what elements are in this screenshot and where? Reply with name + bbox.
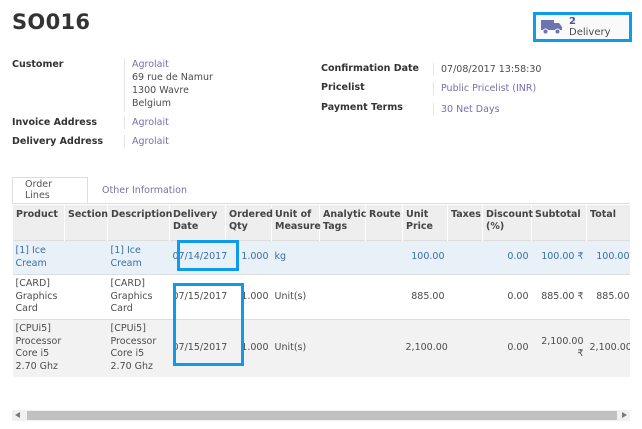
scroll-left-arrow-icon[interactable] [15,412,20,418]
scrollbar-thumb[interactable] [27,411,617,420]
cell-description: [CPUi5] Processor Core i5 2.70 Ghz [107,318,170,377]
cell-uom: Unit(s) [271,318,320,377]
cell-discount: 0.00 [482,274,532,319]
cell-taxes [447,274,483,319]
payment-terms-link[interactable]: 30 Net Days [433,103,500,116]
column-header[interactable]: Route [365,205,403,241]
customer-link[interactable]: Agrolait [132,58,213,71]
column-header[interactable]: Analytic Tags [319,205,366,241]
customer-label: Customer [12,59,64,70]
column-header[interactable]: Unit of Measure [271,205,321,241]
column-header[interactable]: Taxes [447,205,483,241]
delivery-address-label: Delivery Address [12,136,104,147]
column-header[interactable]: Ordered Qty [225,205,273,241]
cell-unit-price: 2,100.00 [402,318,448,377]
tab-other-information[interactable]: Other Information [90,177,199,203]
cell-subtotal: 100.00 ₹ [531,240,587,275]
cell-product: [1] Ice Cream [12,240,65,275]
payment-terms-label: Payment Terms [321,102,403,113]
table-row[interactable]: [CPUi5] Processor Core i5 2.70 Ghz [CPUi… [12,318,630,377]
delivery-address-link[interactable]: Agrolait [124,135,169,148]
customer-address-line: 69 rue de Namur [132,72,213,83]
cell-analytic-tags [319,274,366,319]
cell-unit-price: 100.00 [402,240,448,275]
cell-taxes [447,240,483,275]
cell-uom: Unit(s) [271,274,320,319]
column-header[interactable]: Description [107,205,172,241]
cell-analytic-tags [319,240,366,275]
table-header: Product Section Description Delivery Dat… [12,205,630,241]
customer-address-line: Belgium [132,98,171,109]
pricelist-link[interactable]: Public Pricelist (INR) [433,82,536,95]
cell-description: [CARD] Graphics Card [107,274,170,319]
cell-product: [CPUi5] Processor Core i5 2.70 Ghz [12,318,65,377]
table-row[interactable]: [CARD] Graphics Card [CARD] Graphics Car… [12,274,630,319]
customer-field: Agrolait 69 rue de Namur 1300 Wavre Belg… [124,58,213,112]
truck-icon [541,20,562,35]
delivery-smart-button[interactable]: 2 Delivery [533,12,632,42]
column-header[interactable]: Product [12,205,65,241]
page-title: SO016 [12,10,91,34]
column-header[interactable]: Delivery Date [169,205,226,241]
column-header[interactable]: Subtotal [531,205,587,241]
invoice-address-link[interactable]: Agrolait [124,116,169,129]
pricelist-label: Pricelist [321,82,365,93]
column-header[interactable]: Discount (%) [482,205,533,241]
column-header[interactable]: Total [586,205,630,241]
cell-subtotal: 885.00 ₹ [531,274,587,319]
table-row[interactable]: [1] Ice Cream [1] Ice Cream 07/14/2017 1… [12,240,630,275]
order-lines-table: Product Section Description Delivery Dat… [12,205,630,380]
cell-analytic-tags [319,318,366,377]
delivery-count: 2 [569,16,576,27]
cell-section [64,274,108,319]
customer-address-line: 1300 Wavre [132,85,189,96]
cell-route [365,318,403,377]
confirmation-date-value: 07/08/2017 13:58:30 [433,63,541,76]
cell-section [64,240,108,275]
cell-route [365,240,403,275]
cell-route [365,274,403,319]
column-header[interactable]: Unit Price [402,205,448,241]
invoice-address-label: Invoice Address [12,117,98,128]
cell-description: [1] Ice Cream [107,240,170,275]
delivery-label: Delivery [569,27,611,38]
cell-discount: 0.00 [482,318,532,377]
scroll-right-arrow-icon[interactable] [622,412,627,418]
cell-unit-price: 885.00 [402,274,448,319]
cell-uom: kg [271,240,320,275]
horizontal-scrollbar[interactable] [12,410,630,421]
cell-subtotal: 2,100.00 ₹ [531,318,587,377]
confirmation-date-label: Confirmation Date [321,63,419,74]
tabs-divider [12,203,630,204]
cell-total: 100.00 [586,240,630,275]
cell-taxes [447,318,483,377]
highlight-box [177,240,239,271]
tab-order-lines[interactable]: Order Lines [12,177,88,203]
cell-product: [CARD] Graphics Card [12,274,65,319]
cell-discount: 0.00 [482,240,532,275]
column-header[interactable]: Section [64,205,108,241]
cell-total: 2,100.00 [586,318,630,377]
cell-total: 885.00 [586,274,630,319]
highlight-box [173,283,244,366]
cell-section [64,318,108,377]
